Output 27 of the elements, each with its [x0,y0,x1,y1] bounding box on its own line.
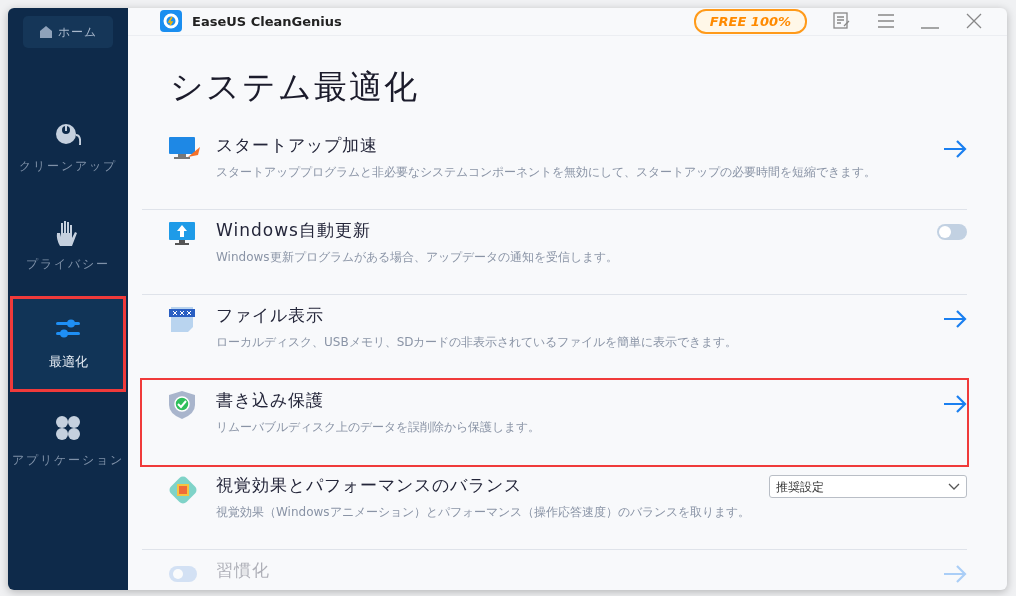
option-description: リムーバブルディスク上のデータを誤削除から保護します。 [216,418,541,436]
option-title: 視覚効果とパフォーマンスのバランス [216,474,523,497]
sidebar-item[interactable]: クリーンアップ [10,100,126,196]
menu-icon[interactable] [877,12,895,31]
home-icon [39,26,52,38]
option-description: Windows更新プログラムがある場合、アップデータの通知を受信します。 [216,248,619,266]
close-icon[interactable] [965,12,983,31]
option-title: スタートアップ加速 [216,134,379,157]
toggle-switch[interactable] [937,224,967,240]
free-badge: FREE 100% [693,8,807,34]
option-title: Windows自動更新 [216,219,372,242]
option-title: ファイル表示 [216,304,325,327]
option-description: スタートアッププログラムと非必要なシステムコンポーネントを無効にして、スタートアップの必要時間を短縮できます。 [216,163,877,181]
option-description: 視覚効果（Windowsアニメーション）とパフォーマンス（操作応答速度）のバランスを取ります。 [216,503,751,521]
sidebar-item[interactable]: プライバシー [10,198,126,294]
feedback-icon[interactable] [833,12,851,31]
option-title: 書き込み保護 [216,389,325,412]
home-button[interactable]: ホーム [23,16,113,48]
dropdown-select[interactable]: 推奨設定 [769,475,967,498]
option-title: 習慣化 [216,559,271,582]
sidebar-item[interactable]: 最適化 [10,296,126,392]
page-heading: システム最適化 [170,65,420,108]
sidebar-item[interactable]: アプリケーション [10,394,126,490]
grid-icon [55,415,81,443]
app-title: EaseUS CleanGenius [192,12,342,31]
option-description: ローカルディスク、USBメモリ、SDカードの非表示されているファイルを簡単に表示できます。 [216,333,739,351]
chevron-down-icon [948,482,960,491]
